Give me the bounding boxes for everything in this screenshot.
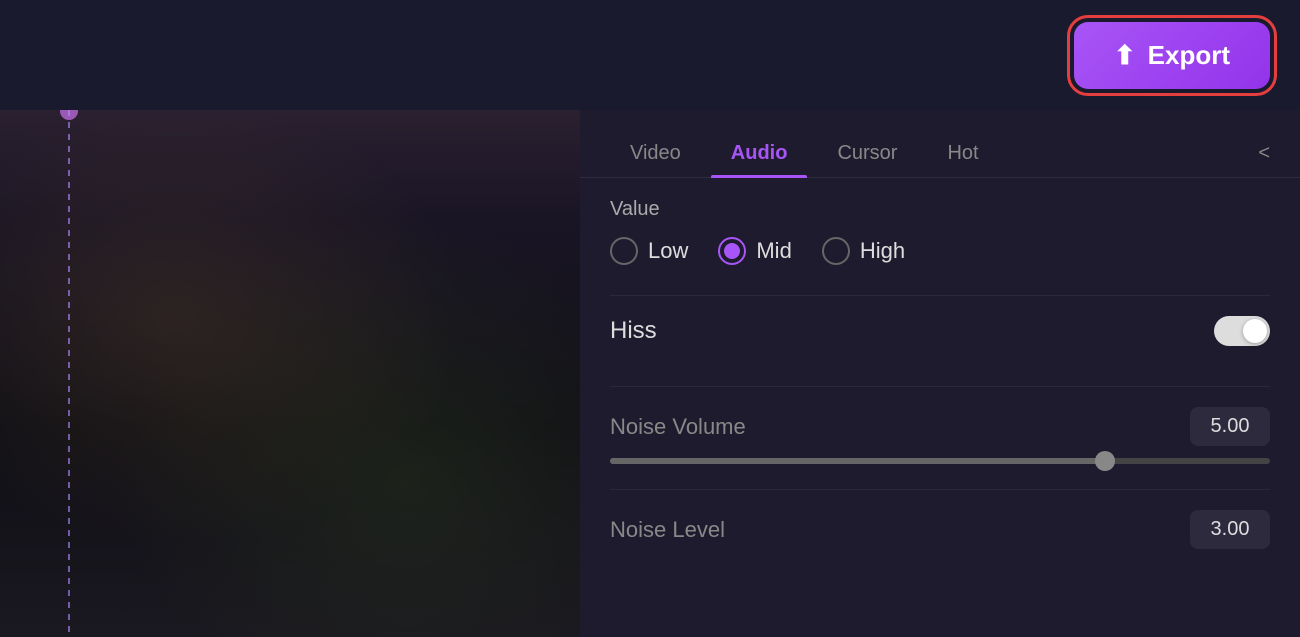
noise-volume-section: Noise Volume 5.00 [610,407,1270,464]
noise-volume-fill [610,458,1105,464]
radio-high[interactable]: High [822,237,905,265]
export-label: Export [1148,40,1230,71]
divider-2 [610,386,1270,387]
hiss-toggle[interactable] [1214,316,1270,346]
noise-volume-thumb [1095,451,1115,471]
noise-level-header: Noise Level 3.00 [610,510,1270,549]
radio-low[interactable]: Low [610,237,688,265]
radio-high-circle [822,237,850,265]
noise-volume-value: 5.00 [1190,407,1270,446]
hiss-row: Hiss [610,316,1270,356]
top-bar: ⬆ Export [0,0,1300,110]
tabs-bar: Video Audio Cursor Hot < [580,110,1300,178]
tab-hot[interactable]: Hot [927,130,998,177]
radio-mid[interactable]: Mid [718,237,791,265]
radio-mid-label: Mid [756,238,791,264]
export-icon: ⬆ [1114,40,1136,71]
noise-level-label: Noise Level [610,517,725,543]
settings-panel: Video Audio Cursor Hot < Value [580,110,1300,637]
noise-volume-header: Noise Volume 5.00 [610,407,1270,446]
divider-3 [610,489,1270,490]
radio-mid-circle [718,237,746,265]
radio-high-label: High [860,238,905,264]
hiss-label: Hiss [610,317,657,345]
noise-level-section: Noise Level 3.00 [610,510,1270,549]
noise-level-value: 3.00 [1190,510,1270,549]
video-content [0,110,580,637]
main-content: Video Audio Cursor Hot < Value [0,110,1300,637]
settings-content: Value Low Mid High Hiss [580,178,1300,594]
video-panel [0,110,580,637]
timeline-line [68,110,70,637]
export-button[interactable]: ⬆ Export [1074,22,1270,89]
noise-volume-track[interactable] [610,458,1270,464]
tab-video[interactable]: Video [610,130,701,177]
tabs-chevron[interactable]: < [1258,142,1270,165]
tab-audio[interactable]: Audio [711,130,808,177]
value-section-label: Value [610,198,1270,221]
divider-1 [610,295,1270,296]
radio-low-circle [610,237,638,265]
video-preview [0,110,580,637]
radio-low-label: Low [648,238,688,264]
radio-group: Low Mid High [610,237,1270,265]
tab-cursor[interactable]: Cursor [817,130,917,177]
noise-volume-label: Noise Volume [610,414,746,440]
